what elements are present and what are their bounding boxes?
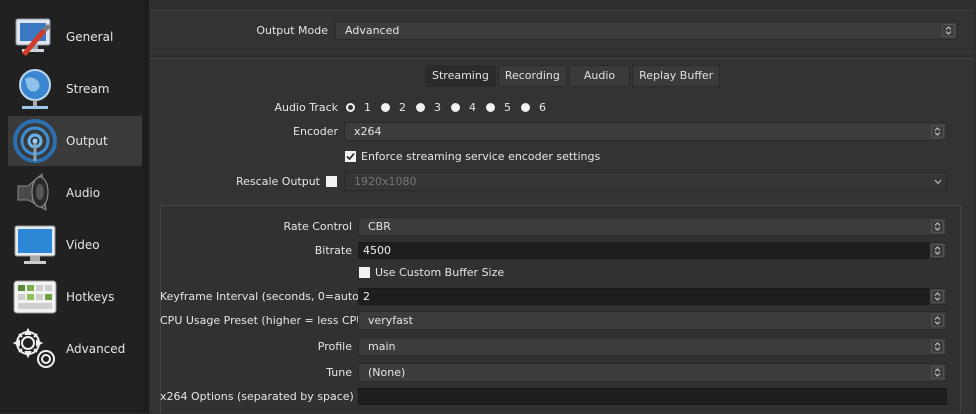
audio-track-radio-5[interactable]: 5 <box>486 101 511 114</box>
updown-arrows-icon <box>931 340 944 353</box>
updown-arrows-icon <box>931 125 944 138</box>
tune-value: (None) <box>368 366 406 379</box>
radio-label: 4 <box>469 101 476 114</box>
audio-track-radio-2[interactable]: 2 <box>381 101 406 114</box>
tune-select[interactable]: (None) <box>358 363 947 382</box>
tab-audio[interactable]: Audio <box>568 65 631 87</box>
audio-track-radio-3[interactable]: 3 <box>416 101 441 114</box>
tab-streaming[interactable]: Streaming <box>425 65 496 87</box>
profile-value: main <box>368 340 396 353</box>
bitrate-input[interactable]: 4500 <box>358 242 929 259</box>
sidebar-item-advanced[interactable]: Advanced <box>8 324 142 374</box>
speaker-icon <box>10 169 60 217</box>
sidebar-item-label: Video <box>66 238 100 252</box>
updown-arrows-icon <box>931 314 944 327</box>
enforce-settings-checkbox[interactable] <box>345 151 356 162</box>
checkmark-icon <box>346 152 355 161</box>
gears-icon <box>10 325 60 373</box>
updown-arrows-icon <box>942 24 955 37</box>
radio-label: 5 <box>504 101 511 114</box>
output-broadcast-icon <box>10 117 60 165</box>
radio-indicator <box>521 103 530 112</box>
tune-label: Tune <box>326 366 352 379</box>
keyframe-interval-input[interactable]: 2 <box>358 288 929 305</box>
cpu-preset-label: CPU Usage Preset (higher = less CPU) <box>160 314 369 327</box>
sidebar-item-label: Output <box>66 134 108 148</box>
keyframe-interval-label: Keyframe Interval (seconds, 0=auto) <box>160 290 364 303</box>
output-mode-select[interactable]: Advanced <box>335 21 958 40</box>
sidebar-item-video[interactable]: Video <box>8 220 142 270</box>
radio-label: 1 <box>364 101 371 114</box>
tab-replay-buffer[interactable]: Replay Buffer <box>632 65 721 87</box>
x264-options-input[interactable] <box>358 388 947 405</box>
bitrate-label: Bitrate <box>314 244 352 257</box>
radio-label: 3 <box>434 101 441 114</box>
profile-select[interactable]: main <box>358 337 947 356</box>
updown-arrows-icon <box>931 290 944 303</box>
updown-arrows-icon <box>931 366 944 379</box>
output-tabs: Streaming Recording Audio Replay Buffer <box>425 65 721 88</box>
custom-buffer-label: Use Custom Buffer Size <box>375 266 505 279</box>
cpu-preset-value: veryfast <box>368 314 413 327</box>
tab-recording[interactable]: Recording <box>497 65 567 87</box>
sidebar-item-label: Advanced <box>66 342 126 356</box>
keyframe-stepper[interactable] <box>929 288 947 305</box>
rescale-resolution-value: 1920x1080 <box>354 175 417 188</box>
encoder-label: Encoder <box>293 125 338 138</box>
keyboard-icon <box>10 273 60 321</box>
bitrate-stepper[interactable] <box>929 242 947 259</box>
sidebar-item-label: Audio <box>66 186 101 200</box>
rate-control-label: Rate Control <box>283 220 352 233</box>
x264-options-label: x264 Options (separated by space) <box>160 390 354 403</box>
sidebar-item-label: Stream <box>66 82 110 96</box>
stream-globe-icon <box>10 65 60 113</box>
rate-control-value: CBR <box>368 220 391 233</box>
cpu-preset-select[interactable]: veryfast <box>358 311 947 330</box>
sidebar-item-output[interactable]: Output <box>8 116 142 166</box>
audio-track-radio-1[interactable]: 1 <box>346 101 371 114</box>
sidebar-item-label: General <box>66 30 114 44</box>
radio-label: 6 <box>539 101 546 114</box>
encoder-value: x264 <box>354 125 382 138</box>
sidebar-item-general[interactable]: General <box>8 12 142 62</box>
audio-track-radio-4[interactable]: 4 <box>451 101 476 114</box>
updown-arrows-icon <box>931 220 944 233</box>
enforce-settings-label: Enforce streaming service encoder settin… <box>361 150 601 163</box>
rate-control-select[interactable]: CBR <box>358 217 947 236</box>
chevron-down-icon <box>931 175 944 188</box>
sidebar-item-hotkeys[interactable]: Hotkeys <box>8 272 142 322</box>
radio-indicator <box>451 103 460 112</box>
encoder-select[interactable]: x264 <box>344 122 947 141</box>
profile-label: Profile <box>317 340 352 353</box>
sidebar-item-label: Hotkeys <box>66 290 115 304</box>
radio-indicator <box>381 103 390 112</box>
general-icon <box>10 13 60 61</box>
audio-track-label: Audio Track <box>274 101 338 114</box>
audio-track-radio-6[interactable]: 6 <box>521 101 546 114</box>
output-mode-value: Advanced <box>345 24 400 37</box>
radio-selected-indicator <box>346 103 355 112</box>
radio-label: 2 <box>399 101 406 114</box>
rescale-resolution-select[interactable]: 1920x1080 <box>344 172 947 191</box>
settings-sidebar: General Stream Output Audio Video Hotkey… <box>0 0 143 413</box>
sidebar-item-stream[interactable]: Stream <box>8 64 142 114</box>
sidebar-item-audio[interactable]: Audio <box>8 168 142 218</box>
radio-indicator <box>416 103 425 112</box>
custom-buffer-checkbox[interactable] <box>359 267 370 278</box>
output-mode-label: Output Mode <box>256 24 328 37</box>
radio-indicator <box>486 103 495 112</box>
rescale-output-label: Rescale Output <box>236 175 320 188</box>
updown-arrows-icon <box>931 244 944 257</box>
rescale-output-checkbox[interactable] <box>326 176 337 187</box>
monitor-icon <box>10 221 60 269</box>
